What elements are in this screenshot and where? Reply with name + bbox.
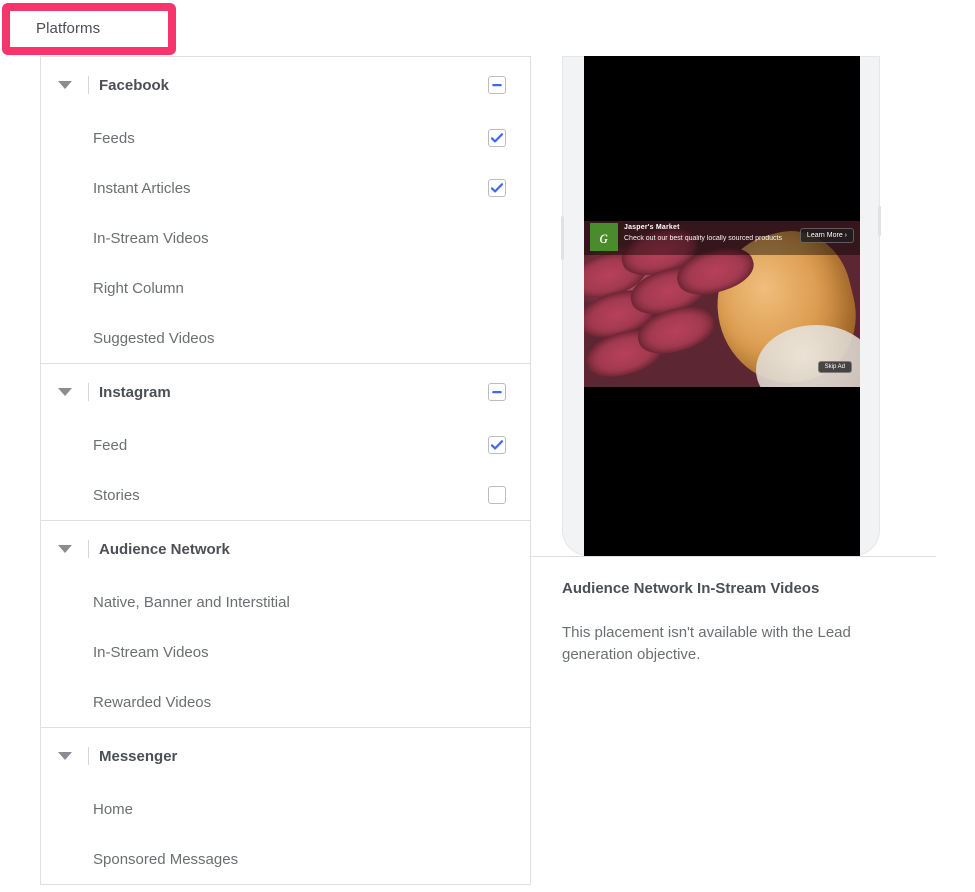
placement-label: Rewarded Videos xyxy=(93,693,212,711)
caret-divider xyxy=(88,383,89,401)
placements-list: Facebook Feeds Instant Articles In-Stream V… xyxy=(40,56,531,885)
placement-row[interactable]: Rewarded Videos xyxy=(41,677,530,727)
section-header[interactable]: Facebook xyxy=(41,57,530,113)
ad-overlay-bar: ɢ Jasper's Market Check out our best qua… xyxy=(584,221,860,255)
placement-label: Sponsored Messages xyxy=(93,850,239,868)
preview-divider xyxy=(531,556,936,557)
caret-down-icon[interactable] xyxy=(58,388,72,396)
placement-row[interactable]: Sponsored Messages xyxy=(41,834,530,884)
section-title: Audience Network xyxy=(99,540,230,558)
placement-row[interactable]: Right Column xyxy=(41,263,530,313)
learn-more-button[interactable]: Learn More › xyxy=(799,228,854,243)
placement-label: Suggested Videos xyxy=(93,329,215,347)
placement-row[interactable]: Native, Banner and Interstitial xyxy=(41,577,530,627)
placement-row[interactable]: Instant Articles xyxy=(41,163,530,213)
section-header[interactable]: Instagram xyxy=(41,364,530,420)
placement-label: Native, Banner and Interstitial xyxy=(93,593,290,611)
section-checkbox[interactable] xyxy=(488,383,506,401)
placement-row[interactable]: Suggested Videos xyxy=(41,313,530,363)
page-title: Platforms xyxy=(36,20,101,37)
placement-checkbox[interactable] xyxy=(488,486,506,504)
placement-checkbox[interactable] xyxy=(488,436,506,454)
placement-section-audience-network: Audience Network Native, Banner and Inter… xyxy=(41,521,530,728)
placement-section-instagram: Instagram Feed Stories xyxy=(41,364,530,521)
preview-title: Audience Network In-Stream Videos xyxy=(562,580,820,597)
placement-label: In-Stream Videos xyxy=(93,643,209,661)
caret-divider xyxy=(88,747,89,765)
section-header[interactable]: Messenger xyxy=(41,728,530,784)
placement-label: Home xyxy=(93,800,134,818)
placement-checkbox[interactable] xyxy=(488,129,506,147)
placement-row[interactable]: Feed xyxy=(41,420,530,470)
section-title: Facebook xyxy=(99,76,170,94)
placement-label: Stories xyxy=(93,486,140,504)
placement-label: Feed xyxy=(93,436,128,454)
section-checkbox[interactable] xyxy=(488,76,506,94)
caret-down-icon[interactable] xyxy=(58,752,72,760)
advertiser-logo-icon: ɢ xyxy=(590,223,618,251)
placement-label: Feeds xyxy=(93,129,135,147)
placement-row[interactable]: Home xyxy=(41,784,530,834)
placement-preview: ɢ Jasper's Market Check out our best qua… xyxy=(531,56,936,556)
placement-row[interactable]: In-Stream Videos xyxy=(41,627,530,677)
caret-divider xyxy=(88,540,89,558)
section-header[interactable]: Audience Network xyxy=(41,521,530,577)
section-title: Instagram xyxy=(99,383,171,401)
phone-screen: ɢ Jasper's Market Check out our best qua… xyxy=(584,56,860,556)
placement-section-facebook: Facebook Feeds Instant Articles In-Stream V… xyxy=(41,57,530,364)
skip-ad-button[interactable]: Skip Ad xyxy=(817,361,852,373)
section-title: Messenger xyxy=(99,747,178,765)
placement-label: In-Stream Videos xyxy=(93,229,209,247)
placement-checkbox[interactable] xyxy=(488,179,506,197)
caret-down-icon[interactable] xyxy=(58,81,72,89)
ad-creative-image: ɢ Jasper's Market Check out our best qua… xyxy=(584,221,860,387)
placements-screen: Platforms Facebook Feeds Instant Articles I… xyxy=(0,0,975,892)
placement-row[interactable]: In-Stream Videos xyxy=(41,213,530,263)
advertiser-name: Jasper's Market xyxy=(624,224,680,231)
placement-section-messenger: Messenger Home Sponsored Messages xyxy=(41,728,530,884)
preview-description: This placement isn't available with the … xyxy=(562,624,851,663)
placement-row[interactable]: Stories xyxy=(41,470,530,520)
placement-label: Instant Articles xyxy=(93,179,191,197)
phone-mockup: ɢ Jasper's Market Check out our best qua… xyxy=(561,56,881,556)
placement-label: Right Column xyxy=(93,279,184,297)
placement-row[interactable]: Feeds xyxy=(41,113,530,163)
caret-divider xyxy=(88,76,89,94)
ad-description: Check out our best quality locally sourc… xyxy=(624,235,782,242)
caret-down-icon[interactable] xyxy=(58,545,72,553)
